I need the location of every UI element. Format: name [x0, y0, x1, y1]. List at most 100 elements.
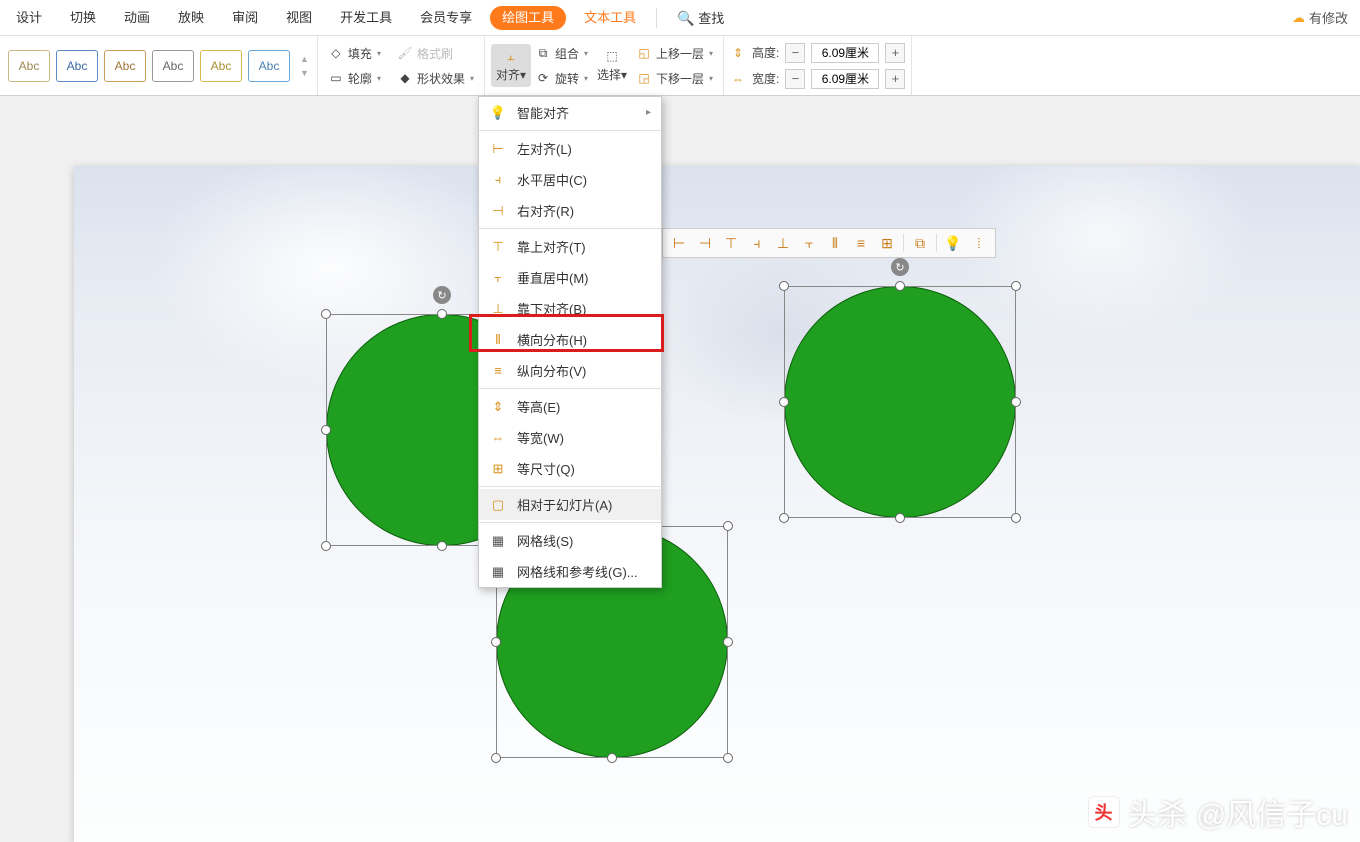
dd-align-center-h[interactable]: ⫞水平居中(C): [479, 164, 661, 195]
tab-drawing-tools[interactable]: 绘图工具: [490, 6, 566, 30]
rotate-handle[interactable]: ↻: [433, 286, 451, 304]
style-preset-5[interactable]: Abc: [200, 50, 242, 82]
ft-align-right[interactable]: ⊣: [693, 231, 717, 255]
style-preset-1[interactable]: Abc: [8, 50, 50, 82]
tab-devtools[interactable]: 开发工具: [326, 0, 406, 36]
rotate-button[interactable]: ⟳旋转▾: [531, 68, 592, 89]
shape-circle-3[interactable]: ↻: [784, 286, 1016, 518]
tab-text-tools[interactable]: 文本工具: [570, 0, 650, 36]
bring-forward-button[interactable]: ◱上移一层▾: [632, 43, 717, 64]
tab-review[interactable]: 审阅: [218, 0, 272, 36]
handle-bm[interactable]: [895, 513, 905, 523]
handle-bl[interactable]: [779, 513, 789, 523]
handle-tr[interactable]: [1011, 281, 1021, 291]
ft-smart[interactable]: 💡: [941, 231, 965, 255]
group-icon: ⧉: [535, 45, 551, 61]
align-dropdown: 💡 智能对齐 ▸ ⊢左对齐(L) ⫞水平居中(C) ⊣右对齐(R) ⊤靠上对齐(…: [478, 96, 662, 588]
height-input[interactable]: [811, 43, 879, 63]
handle-bm[interactable]: [437, 541, 447, 551]
shape-effects-button[interactable]: ◆形状效果▾: [393, 68, 478, 89]
dd-gridlines[interactable]: ▦网格线(S): [479, 525, 661, 556]
tab-view[interactable]: 视图: [272, 0, 326, 36]
handle-tm[interactable]: [895, 281, 905, 291]
handle-mr[interactable]: [723, 637, 733, 647]
handle-tm[interactable]: [437, 309, 447, 319]
dd-align-left[interactable]: ⊢左对齐(L): [479, 133, 661, 164]
equal-height-icon: ⇕: [489, 398, 507, 416]
tab-transition[interactable]: 切换: [56, 0, 110, 36]
dd-grid-guides[interactable]: ▦网格线和参考线(G)...: [479, 556, 661, 587]
ft-align-center-h[interactable]: ⫞: [745, 231, 769, 255]
handle-tl[interactable]: [321, 309, 331, 319]
dd-distribute-h[interactable]: ⦀横向分布(H): [479, 324, 661, 355]
grid-icon: ▦: [489, 532, 507, 550]
dd-align-bottom[interactable]: ⊥靠下对齐(B): [479, 293, 661, 324]
handle-ml[interactable]: [779, 397, 789, 407]
equal-width-icon: ⇔: [489, 429, 507, 447]
handle-br[interactable]: [1011, 513, 1021, 523]
handle-bm[interactable]: [607, 753, 617, 763]
dd-smart-align[interactable]: 💡 智能对齐 ▸: [479, 97, 661, 128]
align-button[interactable]: ⫠ 对齐▾: [491, 44, 531, 87]
select-button[interactable]: ⬚ 选择▾: [592, 44, 632, 87]
height-plus[interactable]: +: [885, 43, 905, 63]
rotate-handle[interactable]: ↻: [891, 258, 909, 276]
handle-bl[interactable]: [491, 753, 501, 763]
ft-align-top[interactable]: ⊤: [719, 231, 743, 255]
handle-tr[interactable]: [723, 521, 733, 531]
find-button[interactable]: 🔍 查找: [663, 0, 738, 36]
shape-styles-gallery[interactable]: Abc Abc Abc Abc Abc Abc ▲ ▼: [0, 36, 318, 95]
handle-br[interactable]: [723, 753, 733, 763]
selection-box: [784, 286, 1016, 518]
dd-equal-height[interactable]: ⇕等高(E): [479, 391, 661, 422]
height-minus[interactable]: −: [785, 43, 805, 63]
ft-equal-size[interactable]: ⊞: [875, 231, 899, 255]
ft-align-bottom[interactable]: ⊥: [771, 231, 795, 255]
width-input[interactable]: [811, 69, 879, 89]
watermark: 头 头杀 @风信子cu: [1088, 790, 1348, 834]
width-plus[interactable]: +: [885, 69, 905, 89]
modified-indicator[interactable]: ☁ 有修改: [1292, 8, 1358, 27]
style-preset-2[interactable]: Abc: [56, 50, 98, 82]
dd-equal-size[interactable]: ⊞等尺寸(Q): [479, 453, 661, 484]
style-preset-6[interactable]: Abc: [248, 50, 290, 82]
slide[interactable]: ↻ ↻: [74, 166, 1360, 842]
equal-size-icon: ⊞: [489, 460, 507, 478]
ft-distribute-v[interactable]: ≡: [849, 231, 873, 255]
outline-button[interactable]: ▭轮廓▾: [324, 68, 385, 89]
dd-equal-width[interactable]: ⇔等宽(W): [479, 422, 661, 453]
dd-distribute-v[interactable]: ≡纵向分布(V): [479, 355, 661, 386]
ft-group[interactable]: ⧉: [908, 231, 932, 255]
handle-ml[interactable]: [491, 637, 501, 647]
gallery-down-icon[interactable]: ▼: [300, 68, 309, 78]
handle-bl[interactable]: [321, 541, 331, 551]
dd-align-middle-v[interactable]: ⫟垂直居中(M): [479, 262, 661, 293]
handle-ml[interactable]: [321, 425, 331, 435]
ft-more[interactable]: ⦙: [967, 231, 991, 255]
tab-member[interactable]: 会员专享: [406, 0, 486, 36]
floating-align-toolbar[interactable]: ⊢ ⊣ ⊤ ⫞ ⊥ ⫟ ⦀ ≡ ⊞ ⧉ 💡 ⦙: [662, 228, 996, 258]
gallery-up-icon[interactable]: ▲: [300, 54, 309, 64]
ft-align-middle-v[interactable]: ⫟: [797, 231, 821, 255]
handle-tl[interactable]: [779, 281, 789, 291]
tab-animation[interactable]: 动画: [110, 0, 164, 36]
width-minus[interactable]: −: [785, 69, 805, 89]
ft-align-left[interactable]: ⊢: [667, 231, 691, 255]
dd-align-top[interactable]: ⊤靠上对齐(T): [479, 231, 661, 262]
rotate-icon: ⟳: [535, 70, 551, 86]
tab-slideshow[interactable]: 放映: [164, 0, 218, 36]
canvas-area[interactable]: ↻ ↻: [0, 96, 1360, 842]
tab-design[interactable]: 设计: [2, 0, 56, 36]
fill-button[interactable]: ◇填充▾: [324, 43, 385, 64]
dd-relative-slide[interactable]: ▢相对于幻灯片(A): [479, 489, 661, 520]
forward-icon: ◱: [636, 45, 652, 61]
group-button[interactable]: ⧉组合▾: [531, 43, 592, 64]
send-backward-button[interactable]: ◲下移一层▾: [632, 68, 717, 89]
handle-mr[interactable]: [1011, 397, 1021, 407]
style-preset-4[interactable]: Abc: [152, 50, 194, 82]
ft-distribute-h[interactable]: ⦀: [823, 231, 847, 255]
style-preset-3[interactable]: Abc: [104, 50, 146, 82]
dd-separator: [479, 130, 661, 131]
dd-align-right[interactable]: ⊣右对齐(R): [479, 195, 661, 226]
dd-separator: [479, 388, 661, 389]
